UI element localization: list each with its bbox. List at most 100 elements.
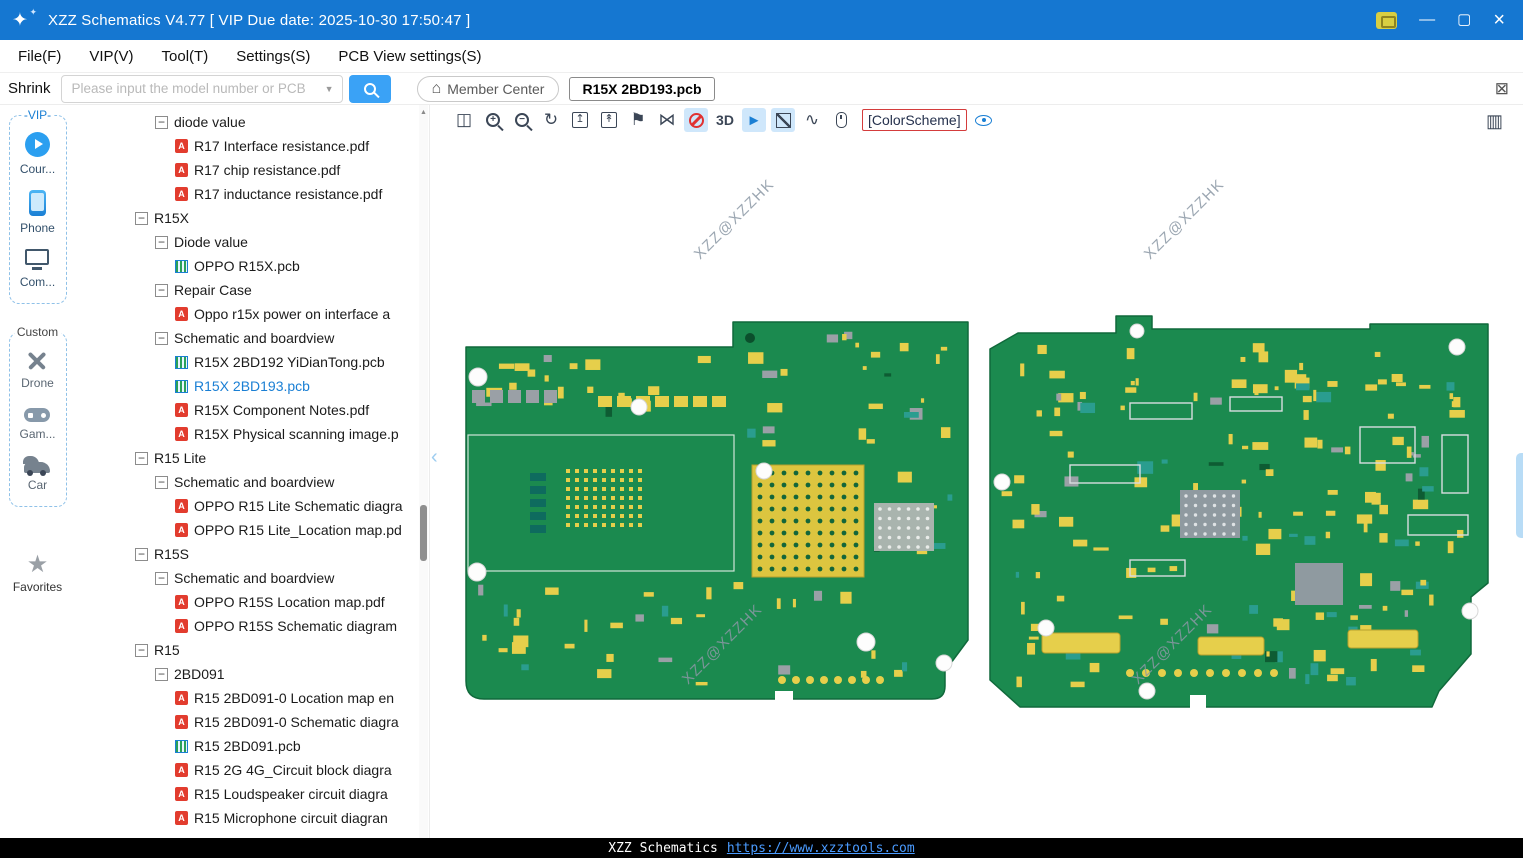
search-button[interactable] bbox=[348, 74, 391, 103]
zoom-out-icon[interactable]: − bbox=[510, 108, 534, 132]
flag-icon[interactable]: ⚑ bbox=[626, 108, 650, 132]
chevron-down-icon[interactable] bbox=[325, 84, 334, 94]
colorscheme-button[interactable]: [ColorScheme] bbox=[862, 109, 967, 131]
collapse-icon[interactable]: − bbox=[135, 211, 148, 225]
zoom-in-icon[interactable]: + bbox=[481, 108, 505, 132]
scroll-up-icon[interactable] bbox=[419, 109, 428, 116]
tree-item[interactable]: A R15 2G 4G_Circuit block diagra bbox=[75, 758, 429, 782]
tree-item[interactable]: R15X 2BD193.pcb bbox=[75, 374, 429, 398]
course-play-icon bbox=[24, 132, 50, 157]
mirror-icon[interactable]: ⋈ bbox=[655, 108, 679, 132]
collapse-icon[interactable]: − bbox=[135, 451, 148, 465]
collapse-tree-handle[interactable] bbox=[431, 447, 438, 467]
tree-item[interactable]: A R15X Component Notes.pdf bbox=[75, 398, 429, 422]
tree-item[interactable]: A OPPO R15S Location map.pdf bbox=[75, 590, 429, 614]
collapse-icon[interactable]: − bbox=[155, 235, 168, 249]
tree-item[interactable]: − R15 bbox=[75, 638, 429, 662]
tree-item[interactable]: A R17 inductance resistance.pdf bbox=[75, 182, 429, 206]
menu-item-settings-s[interactable]: Settings(S) bbox=[222, 40, 324, 72]
tree-item[interactable]: − Schematic and boardview bbox=[75, 566, 429, 590]
close-panel-icon[interactable] bbox=[1495, 79, 1509, 99]
tree-item[interactable]: − diode value bbox=[75, 110, 429, 134]
tree-item[interactable]: − R15S bbox=[75, 542, 429, 566]
tree-item[interactable]: − Repair Case bbox=[75, 278, 429, 302]
tree-item[interactable]: A R15 2BD091-0 Location map en bbox=[75, 686, 429, 710]
collapse-icon[interactable]: − bbox=[155, 283, 168, 297]
tree-item[interactable]: A OPPO R15 Lite Schematic diagra bbox=[75, 494, 429, 518]
tree-item[interactable]: A R15 Microphone circuit diagran bbox=[75, 806, 429, 830]
split-view-icon[interactable]: ◫ bbox=[452, 108, 476, 132]
layers-panel-icon[interactable] bbox=[1486, 111, 1503, 132]
top-layer-icon[interactable]: ↥ bbox=[568, 108, 592, 132]
mouse-icon[interactable] bbox=[829, 108, 853, 132]
minimize-button[interactable]: — bbox=[1419, 12, 1435, 28]
tree-item[interactable]: A OPPO R15 Lite_Location map.pd bbox=[75, 518, 429, 542]
eye-icon[interactable] bbox=[972, 108, 996, 132]
tree-item[interactable]: A R15 Loudspeaker circuit diagra bbox=[75, 782, 429, 806]
curve-icon[interactable]: ∿ bbox=[800, 108, 824, 132]
tree-item[interactable]: − Schematic and boardview bbox=[75, 470, 429, 494]
member-center-button[interactable]: Member Center bbox=[416, 75, 560, 102]
collapse-icon[interactable]: − bbox=[135, 547, 148, 561]
tree-item[interactable]: A R15X Physical scanning image.p bbox=[75, 422, 429, 446]
tree-item-label: R17 Interface resistance.pdf bbox=[194, 138, 370, 154]
menu-item-file-f[interactable]: File(F) bbox=[4, 40, 75, 72]
right-panel-handle[interactable] bbox=[1516, 453, 1523, 538]
sidebar-item-cour[interactable]: Cour... bbox=[20, 132, 55, 176]
status-link[interactable]: https://www.xzztools.com bbox=[727, 841, 915, 856]
tree-item[interactable]: − R15X bbox=[75, 206, 429, 230]
file-tree-panel: − diode value A R17 Interface resistance.pd… bbox=[75, 105, 430, 838]
search-input[interactable] bbox=[61, 81, 342, 96]
pcb-canvas[interactable]: XZZ@XZZHK XZZ@XZZHK XZZ@XZZHK XZZ@XZZHK bbox=[430, 135, 1523, 838]
tree-item[interactable]: R15 2BD091.pcb bbox=[75, 734, 429, 758]
tree-item[interactable]: − R15 Lite bbox=[75, 446, 429, 470]
tree-item-label: R15X 2BD193.pcb bbox=[194, 378, 310, 394]
sidebar-item-label: Com... bbox=[19, 275, 56, 289]
arrow-tool-icon[interactable]: ► bbox=[742, 108, 766, 132]
tree-item[interactable]: − Schematic and boardview bbox=[75, 326, 429, 350]
shrink-button[interactable]: Shrink bbox=[8, 80, 51, 97]
tree-item[interactable]: − Diode value bbox=[75, 230, 429, 254]
close-button[interactable]: × bbox=[1493, 10, 1505, 30]
maximize-button[interactable]: ▢ bbox=[1457, 12, 1471, 28]
sidebar-item-com[interactable]: Com... bbox=[20, 249, 55, 289]
tree-item[interactable]: A R17 Interface resistance.pdf bbox=[75, 134, 429, 158]
bottom-layer-icon[interactable]: ↟ bbox=[597, 108, 621, 132]
sidebar-item-gam[interactable]: Gam... bbox=[19, 404, 56, 441]
watermark-text: XZZ@XZZHK bbox=[1141, 176, 1228, 263]
tree-item[interactable]: A R17 chip resistance.pdf bbox=[75, 158, 429, 182]
tree-item[interactable]: −2BD091 bbox=[75, 662, 429, 686]
three-d-button[interactable]: 3D bbox=[713, 108, 737, 132]
tree-item[interactable]: OPPO R15X.pcb bbox=[75, 254, 429, 278]
zoom-refresh-icon[interactable]: ↻ bbox=[539, 108, 563, 132]
menu-item-vip-v[interactable]: VIP(V) bbox=[75, 40, 147, 72]
sidebar-item-drone[interactable]: Drone bbox=[19, 349, 55, 390]
favorites-label: Favorites bbox=[12, 580, 63, 594]
vip-badge-icon[interactable] bbox=[1376, 11, 1398, 29]
collapse-icon[interactable]: − bbox=[155, 115, 168, 129]
menu-item-tool-t[interactable]: Tool(T) bbox=[148, 40, 223, 72]
sidebar-item-car[interactable]: Car bbox=[19, 455, 55, 492]
tree-item-label: R15X bbox=[154, 210, 190, 226]
sidebar-item-label: Car bbox=[27, 478, 48, 492]
pcb-view-area: ◫+−↻↥↟⚑⋈ 3D► ∿ [ColorScheme] XZZ@XZZHK XZZ@X… bbox=[430, 105, 1523, 838]
diagonal-measure-icon[interactable] bbox=[771, 108, 795, 132]
collapse-icon[interactable]: − bbox=[155, 571, 168, 585]
tab-active-pcb[interactable]: R15X 2BD193.pcb bbox=[569, 76, 715, 101]
menu-item-pcb-view-settings-s[interactable]: PCB View settings(S) bbox=[324, 40, 495, 72]
collapse-icon[interactable]: − bbox=[135, 643, 148, 657]
sidebar-item-favorites[interactable]: Favorites bbox=[13, 553, 62, 594]
pdf-file-icon: A bbox=[175, 163, 188, 177]
sidebar-item-phone[interactable]: Phone bbox=[20, 190, 55, 235]
tree-item[interactable]: A R15 2BD091-0 Schematic diagra bbox=[75, 710, 429, 734]
tree-item[interactable]: A OPPO R15S Schematic diagram bbox=[75, 614, 429, 638]
collapse-icon[interactable]: − bbox=[155, 667, 168, 681]
scrollbar-thumb[interactable] bbox=[420, 505, 427, 561]
collapse-icon[interactable]: − bbox=[155, 475, 168, 489]
tree-item[interactable]: R15X 2BD192 YiDianTong.pcb bbox=[75, 350, 429, 374]
disable-measure-icon[interactable] bbox=[684, 108, 708, 132]
pcb-board-image[interactable]: XZZ@XZZHK XZZ@XZZHKXZZ@XZZHK XZZ@XZZHK bbox=[430, 135, 1523, 838]
collapse-icon[interactable]: − bbox=[155, 331, 168, 345]
tree-item[interactable]: A Oppo r15x power on interface a bbox=[75, 302, 429, 326]
tree-scrollbar[interactable] bbox=[419, 105, 428, 838]
